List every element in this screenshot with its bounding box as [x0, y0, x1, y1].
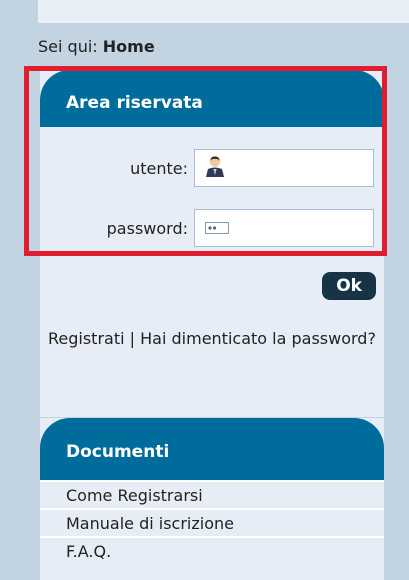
- document-link[interactable]: F.A.Q.: [40, 536, 384, 564]
- user-row: utente:: [130, 148, 374, 188]
- login-panel: Area riservata utente: password: Ok Regi…: [40, 70, 384, 417]
- top-strip: [38, 0, 409, 23]
- password-input[interactable]: [194, 209, 374, 247]
- documents-panel-title: Documenti: [40, 418, 384, 480]
- user-input[interactable]: [194, 149, 374, 187]
- breadcrumb: Sei qui: Home: [38, 37, 155, 56]
- user-icon: [205, 155, 225, 181]
- user-label: utente:: [130, 158, 188, 178]
- password-row: password:: [107, 208, 374, 248]
- link-separator: |: [129, 329, 136, 348]
- document-link[interactable]: Come Registrarsi: [40, 480, 384, 508]
- password-icon: [205, 219, 229, 238]
- ok-button[interactable]: Ok: [322, 272, 376, 300]
- password-label: password:: [106, 218, 188, 238]
- breadcrumb-current: Home: [102, 37, 155, 56]
- breadcrumb-prefix: Sei qui:: [38, 37, 98, 56]
- document-link[interactable]: Manuale di iscrizione: [40, 508, 384, 536]
- account-links: Registrati | Hai dimenticato la password…: [48, 328, 378, 350]
- documents-panel: Documenti Come Registrarsi Manuale di is…: [40, 418, 384, 580]
- register-link[interactable]: Registrati: [48, 329, 125, 348]
- forgot-password-link[interactable]: Hai dimenticato la password?: [140, 329, 376, 348]
- login-panel-title: Area riservata: [40, 70, 384, 127]
